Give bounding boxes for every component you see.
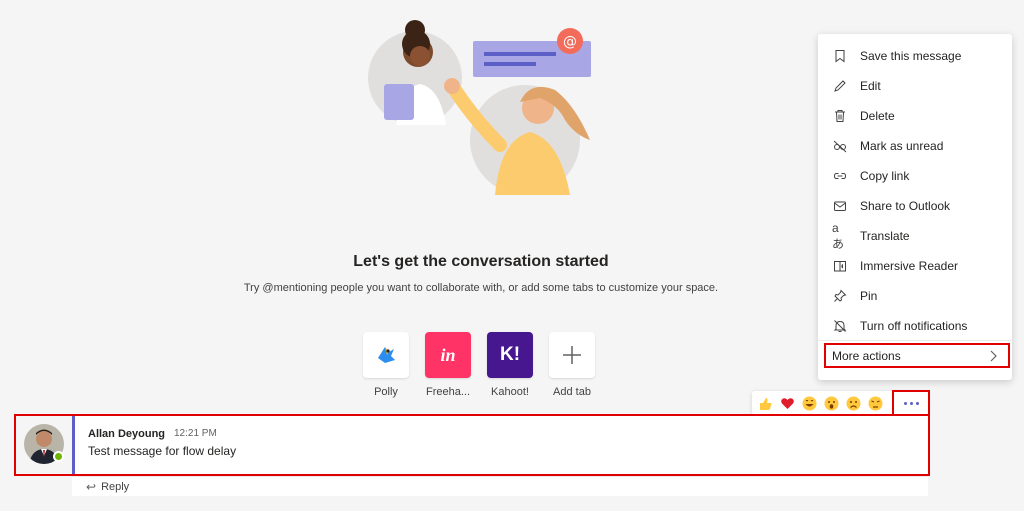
- menu-item-mark-unread[interactable]: Mark as unread: [818, 131, 1012, 161]
- trash-icon: [832, 108, 848, 124]
- freehand-icon: in: [425, 332, 471, 378]
- message-text: Test message for flow delay: [88, 444, 237, 458]
- app-tile-polly[interactable]: Polly: [363, 332, 409, 398]
- kahoot-icon: K!: [487, 332, 533, 378]
- polly-icon: [363, 332, 409, 378]
- kahoot-logo: K!: [499, 344, 521, 365]
- app-tile-add-tab[interactable]: Add tab: [549, 332, 595, 398]
- menu-item-save-message[interactable]: Save this message: [818, 41, 1012, 71]
- menu-item-label: Share to Outlook: [860, 199, 951, 213]
- link-icon: [832, 168, 848, 184]
- menu-item-label: Translate: [860, 229, 910, 243]
- heart-reaction-icon[interactable]: [780, 396, 795, 411]
- conversation-illustration: @: [368, 20, 591, 195]
- menu-item-label: Save this message: [860, 49, 962, 63]
- message-context-menu: Save this message Edit Delete Mark as un…: [818, 34, 1012, 380]
- eye-off-icon: [832, 138, 848, 154]
- app-tile-kahoot[interactable]: K! Kahoot!: [487, 332, 533, 398]
- app-tile-label: Add tab: [553, 386, 591, 398]
- more-options-icon: [903, 401, 907, 405]
- more-options-button[interactable]: [892, 390, 930, 416]
- menu-item-label: Immersive Reader: [860, 259, 959, 273]
- menu-divider: [818, 340, 1012, 341]
- message-timestamp: 12:21 PM: [174, 428, 217, 439]
- menu-item-label: Delete: [860, 109, 895, 123]
- bookmark-icon: [832, 48, 848, 64]
- menu-item-label: Copy link: [860, 169, 910, 183]
- pin-icon: [832, 288, 848, 304]
- bell-off-icon: [832, 318, 848, 334]
- presence-available-icon: [53, 451, 64, 462]
- menu-item-edit[interactable]: Edit: [818, 71, 1012, 101]
- sad-reaction-icon[interactable]: [846, 396, 861, 411]
- menu-item-label: Turn off notifications: [860, 319, 968, 333]
- app-tiles: Polly in Freeha... K! Kahoot! Add tab: [363, 332, 595, 398]
- menu-item-delete[interactable]: Delete: [818, 101, 1012, 131]
- chevron-right-icon: [988, 349, 998, 366]
- message-author: Allan Deyoung: [88, 428, 166, 440]
- reply-label: Reply: [101, 480, 130, 493]
- menu-item-copy-link[interactable]: Copy link: [818, 161, 1012, 191]
- mail-icon: [832, 198, 848, 214]
- menu-item-translate[interactable]: aあ Translate: [818, 221, 1012, 251]
- like-reaction-icon[interactable]: [758, 396, 773, 411]
- app-tile-label: Kahoot!: [491, 386, 529, 398]
- svg-text:@: @: [563, 34, 577, 50]
- angry-reaction-icon[interactable]: [868, 396, 883, 411]
- immersive-reader-icon: [832, 258, 848, 274]
- menu-item-immersive-reader[interactable]: Immersive Reader: [818, 251, 1012, 281]
- menu-item-label: Pin: [860, 289, 878, 303]
- app-tile-label: Freeha...: [425, 386, 471, 398]
- laugh-reaction-icon[interactable]: [802, 396, 817, 411]
- menu-item-more-actions[interactable]: More actions: [824, 343, 1010, 368]
- pencil-icon: [832, 78, 848, 94]
- reply-button[interactable]: ↩ Reply: [72, 476, 928, 496]
- menu-item-pin[interactable]: Pin: [818, 281, 1012, 311]
- freehand-logo: in: [440, 344, 456, 365]
- app-tile-freehand[interactable]: in Freeha...: [425, 332, 471, 398]
- surprised-reaction-icon[interactable]: [824, 396, 839, 411]
- menu-item-share-outlook[interactable]: Share to Outlook: [818, 191, 1012, 221]
- menu-item-label: More actions: [832, 348, 901, 363]
- app-tile-label: Polly: [374, 386, 398, 398]
- translate-icon: aあ: [832, 220, 845, 251]
- menu-item-turn-off-notifications[interactable]: Turn off notifications: [818, 311, 1012, 341]
- menu-item-label: Mark as unread: [860, 139, 944, 153]
- reply-icon: ↩: [86, 479, 97, 494]
- menu-item-label: Edit: [860, 79, 881, 93]
- add-icon: [549, 332, 595, 378]
